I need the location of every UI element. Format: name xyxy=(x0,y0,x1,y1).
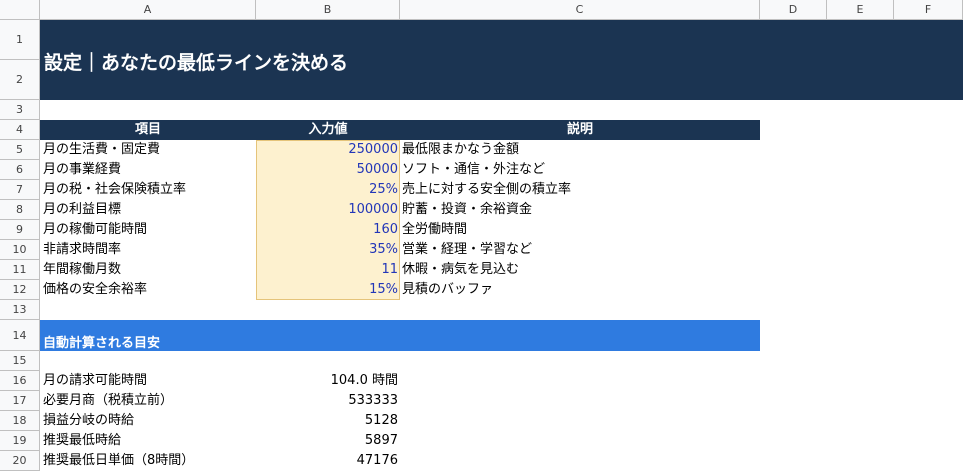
setting-label-safety-margin[interactable]: 価格の安全余裕率 xyxy=(43,280,147,300)
setting-input-tax-reserve[interactable]: 25% xyxy=(256,180,398,200)
page-title[interactable]: 設定｜あなたの最低ラインを決める xyxy=(44,48,348,75)
setting-label-tax-reserve[interactable]: 月の税・社会保険積立率 xyxy=(43,180,186,200)
header-input-cell[interactable]: 入力値 xyxy=(256,120,400,140)
row-header-11[interactable]: 11 xyxy=(0,260,40,280)
row-header-3[interactable]: 3 xyxy=(0,100,40,120)
row-header-6[interactable]: 6 xyxy=(0,160,40,180)
row-header-20[interactable]: 20 xyxy=(0,451,40,471)
setting-desc-living-cost[interactable]: 最低限まかなう金額 xyxy=(402,140,519,160)
column-header-c[interactable]: C xyxy=(400,0,760,20)
row-header-7[interactable]: 7 xyxy=(0,180,40,200)
setting-label-working-months[interactable]: 年間稼働月数 xyxy=(43,260,121,280)
column-header-d[interactable]: D xyxy=(760,0,827,20)
auto-calc-section-title[interactable]: 自動計算される目安 xyxy=(43,332,160,351)
setting-input-work-hours[interactable]: 160 xyxy=(256,220,398,240)
row-header-18[interactable]: 18 xyxy=(0,411,40,431)
result-value-required-revenue[interactable]: 533333 xyxy=(256,391,398,411)
column-header-b[interactable]: B xyxy=(256,0,400,20)
row-header-14[interactable]: 14 xyxy=(0,320,40,351)
setting-desc-business-expense[interactable]: ソフト・通信・外注など xyxy=(402,160,545,180)
row-header-17[interactable]: 17 xyxy=(0,391,40,411)
column-header-e[interactable]: E xyxy=(827,0,894,20)
setting-desc-profit-target[interactable]: 貯蓄・投資・余裕資金 xyxy=(402,200,532,220)
spreadsheet-grid: A B C D E F 1 2 3 4 5 6 7 8 9 10 11 12 1… xyxy=(0,0,963,471)
setting-label-work-hours[interactable]: 月の稼働可能時間 xyxy=(43,220,147,240)
row-header-15[interactable]: 15 xyxy=(0,351,40,371)
result-label-billable-hours[interactable]: 月の請求可能時間 xyxy=(43,371,147,391)
header-description-cell[interactable]: 説明 xyxy=(400,120,760,140)
setting-desc-work-hours[interactable]: 全労働時間 xyxy=(402,220,467,240)
row-header-19[interactable]: 19 xyxy=(0,431,40,451)
result-value-min-hourly-rate[interactable]: 5897 xyxy=(256,431,398,451)
setting-label-profit-target[interactable]: 月の利益目標 xyxy=(43,200,121,220)
result-label-min-daily-rate[interactable]: 推奨最低日単価（8時間） xyxy=(43,451,194,471)
row-header-1[interactable]: 1 xyxy=(0,20,40,60)
row-header-8[interactable]: 8 xyxy=(0,200,40,220)
setting-desc-tax-reserve[interactable]: 売上に対する安全側の積立率 xyxy=(402,180,571,200)
setting-desc-working-months[interactable]: 休暇・病気を見込む xyxy=(402,260,519,280)
result-value-min-daily-rate[interactable]: 47176 xyxy=(256,451,398,471)
column-header-a[interactable]: A xyxy=(40,0,256,20)
setting-input-nonbillable-rate[interactable]: 35% xyxy=(256,240,398,260)
setting-label-nonbillable-rate[interactable]: 非請求時間率 xyxy=(43,240,121,260)
result-label-breakeven-rate[interactable]: 損益分岐の時給 xyxy=(43,411,134,431)
result-value-breakeven-rate[interactable]: 5128 xyxy=(256,411,398,431)
row-header-16[interactable]: 16 xyxy=(0,371,40,391)
header-item-cell[interactable]: 項目 xyxy=(40,120,256,140)
setting-input-living-cost[interactable]: 250000 xyxy=(256,140,398,160)
row-header-4[interactable]: 4 xyxy=(0,120,40,140)
row-header-10[interactable]: 10 xyxy=(0,240,40,260)
column-header-f[interactable]: F xyxy=(894,0,963,20)
setting-input-safety-margin[interactable]: 15% xyxy=(256,280,398,300)
row-header-5[interactable]: 5 xyxy=(0,140,40,160)
setting-desc-safety-margin[interactable]: 見積のバッファ xyxy=(402,280,493,300)
result-label-required-revenue[interactable]: 必要月商（税積立前） xyxy=(43,391,173,411)
setting-label-business-expense[interactable]: 月の事業経費 xyxy=(43,160,121,180)
row-header-12[interactable]: 12 xyxy=(0,280,40,300)
row-header-2[interactable]: 2 xyxy=(0,60,40,100)
result-value-billable-hours[interactable]: 104.0 時間 xyxy=(256,371,398,391)
setting-input-profit-target[interactable]: 100000 xyxy=(256,200,398,220)
setting-input-business-expense[interactable]: 50000 xyxy=(256,160,398,180)
setting-label-living-cost[interactable]: 月の生活費・固定費 xyxy=(43,140,160,160)
row-header-13[interactable]: 13 xyxy=(0,300,40,320)
setting-input-working-months[interactable]: 11 xyxy=(256,260,398,280)
setting-desc-nonbillable-rate[interactable]: 営業・経理・学習など xyxy=(402,240,532,260)
select-all-corner[interactable] xyxy=(0,0,40,20)
result-label-min-hourly-rate[interactable]: 推奨最低時給 xyxy=(43,431,121,451)
row-header-9[interactable]: 9 xyxy=(0,220,40,240)
